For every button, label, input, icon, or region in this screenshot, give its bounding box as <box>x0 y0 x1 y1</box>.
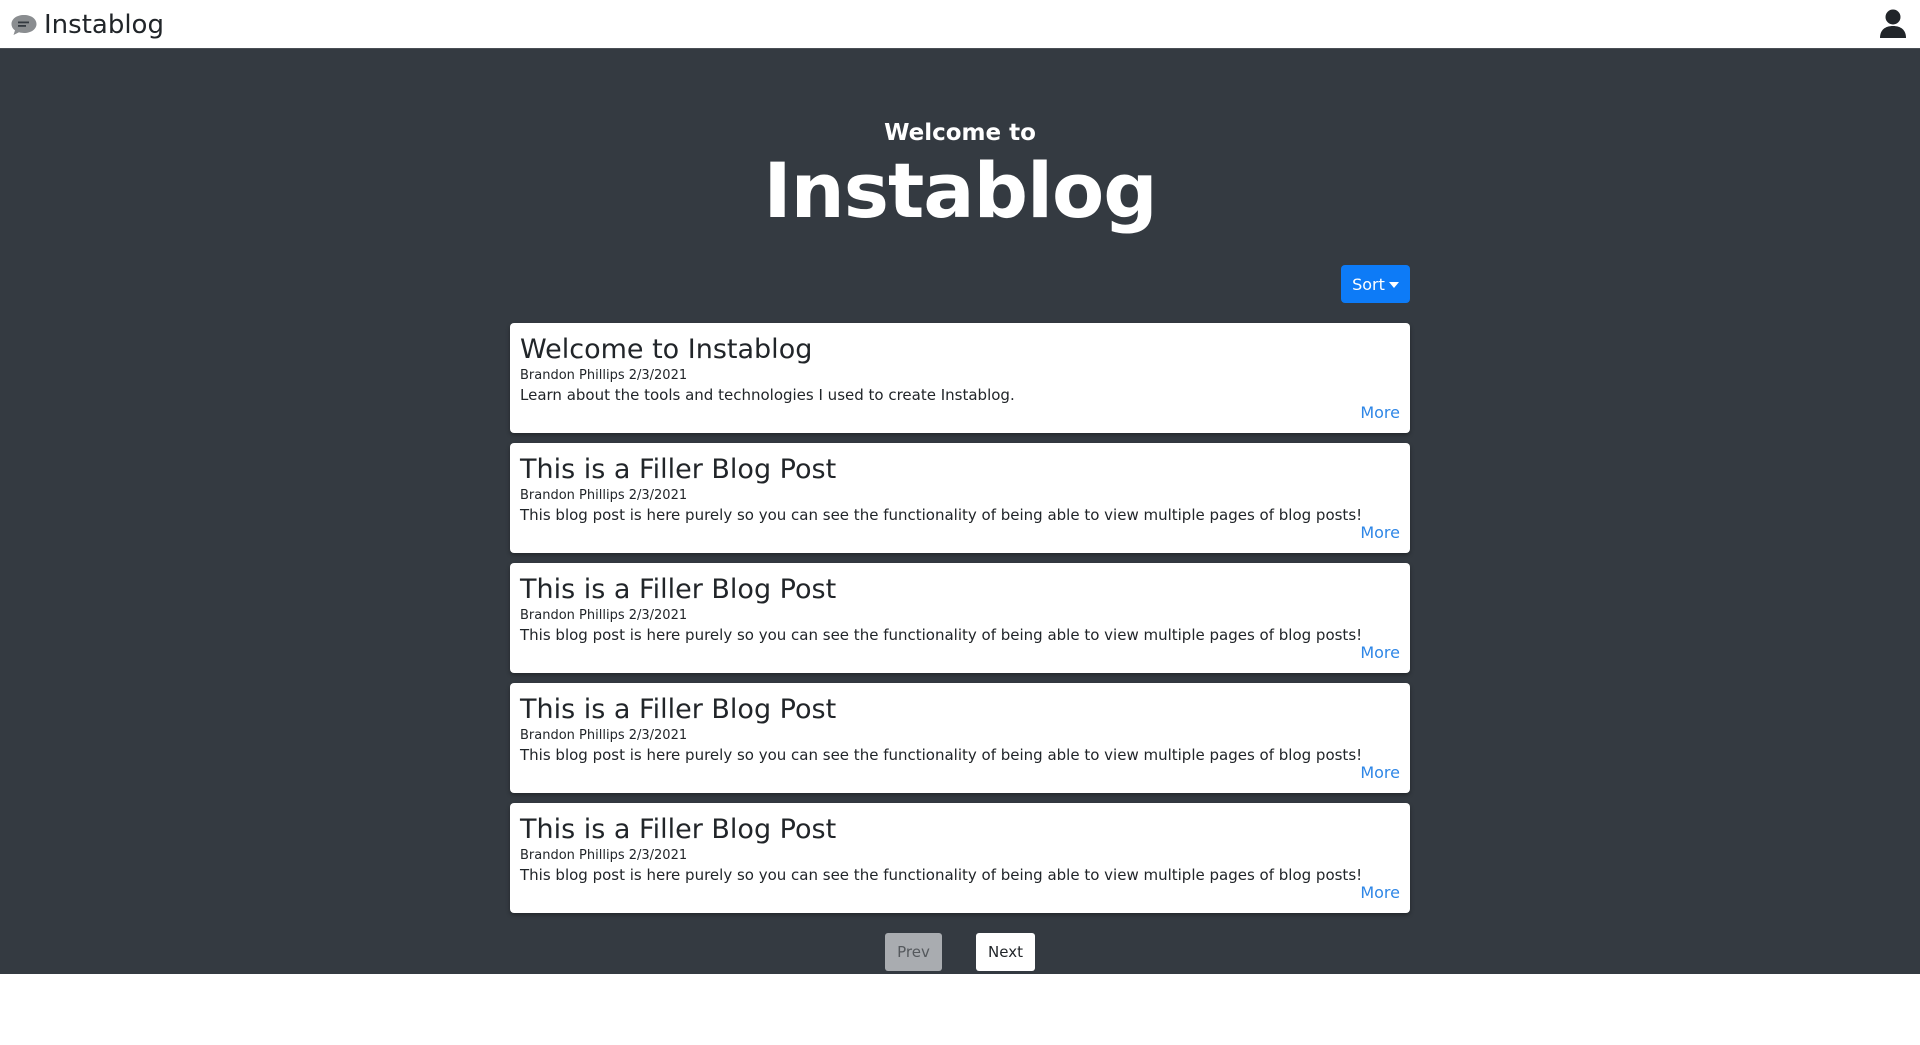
sort-dropdown-button[interactable]: Sort <box>1341 265 1410 303</box>
post-more-link[interactable]: More <box>1360 643 1400 662</box>
post-more-link[interactable]: More <box>1360 523 1400 542</box>
post-description: This blog post is here purely so you can… <box>520 506 1363 524</box>
post-list: Welcome to Instablog Brandon Phillips 2/… <box>510 323 1410 923</box>
chat-bubble-icon <box>10 13 38 37</box>
caret-down-icon <box>1388 281 1399 288</box>
user-icon[interactable] <box>1880 9 1906 39</box>
post-meta: Brandon Phillips 2/3/2021 <box>520 608 688 623</box>
post-meta: Brandon Phillips 2/3/2021 <box>520 368 688 383</box>
prev-page-button[interactable]: Prev <box>885 933 942 971</box>
post-card: This is a Filler Blog Post Brandon Phill… <box>510 443 1410 553</box>
post-card: Welcome to Instablog Brandon Phillips 2/… <box>510 323 1410 433</box>
post-title: This is a Filler Blog Post <box>520 814 837 845</box>
post-more-link[interactable]: More <box>1360 403 1400 422</box>
post-title: This is a Filler Blog Post <box>520 454 837 485</box>
post-card: This is a Filler Blog Post Brandon Phill… <box>510 683 1410 793</box>
post-title: This is a Filler Blog Post <box>520 694 837 725</box>
brand-name: Instablog <box>44 10 164 40</box>
post-meta: Brandon Phillips 2/3/2021 <box>520 728 688 743</box>
post-title: Welcome to Instablog <box>520 334 813 365</box>
post-card: This is a Filler Blog Post Brandon Phill… <box>510 563 1410 673</box>
post-description: This blog post is here purely so you can… <box>520 746 1363 764</box>
post-description: Learn about the tools and technologies I… <box>520 386 1015 404</box>
post-description: This blog post is here purely so you can… <box>520 626 1363 644</box>
next-page-button[interactable]: Next <box>976 933 1035 971</box>
post-more-link[interactable]: More <box>1360 763 1400 782</box>
brand-link[interactable]: Instablog <box>10 10 164 40</box>
post-title: This is a Filler Blog Post <box>520 574 837 605</box>
navbar: Instablog <box>0 0 1920 49</box>
post-card: This is a Filler Blog Post Brandon Phill… <box>510 803 1410 913</box>
post-description: This blog post is here purely so you can… <box>520 866 1363 884</box>
sort-label: Sort <box>1352 274 1385 294</box>
post-meta: Brandon Phillips 2/3/2021 <box>520 488 688 503</box>
post-meta: Brandon Phillips 2/3/2021 <box>520 848 688 863</box>
hero-title: Instablog <box>763 146 1157 235</box>
post-more-link[interactable]: More <box>1360 883 1400 902</box>
